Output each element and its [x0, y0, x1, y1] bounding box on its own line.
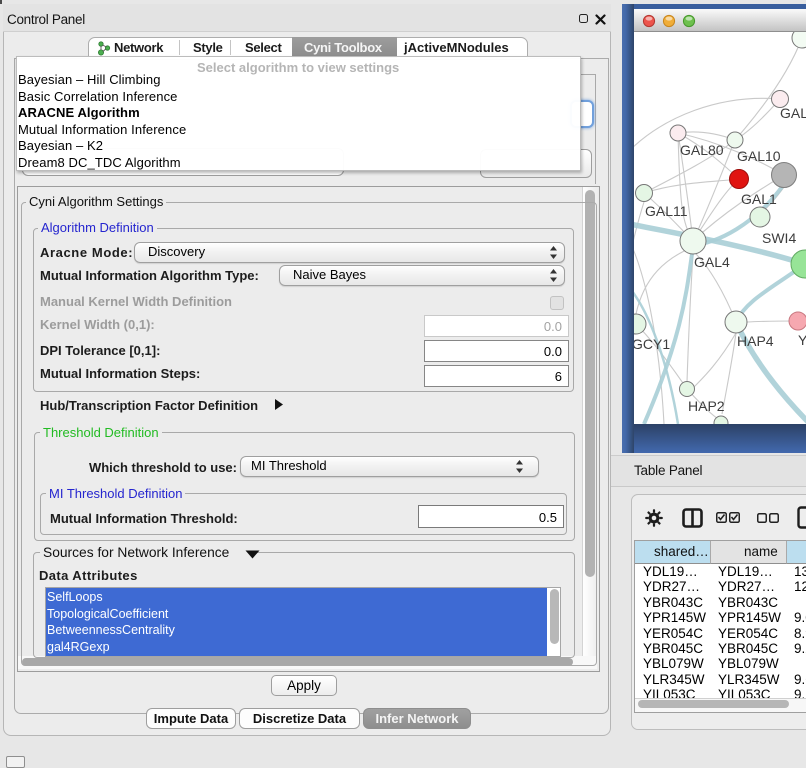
svg-text:GAL80: GAL80 — [680, 142, 724, 158]
svg-text:GAL4: GAL4 — [694, 254, 730, 270]
svg-text:HAP2: HAP2 — [688, 398, 725, 414]
svg-text:GAL10: GAL10 — [737, 148, 781, 164]
svg-text:GAL11: GAL11 — [645, 203, 688, 219]
svg-text:SWI4: SWI4 — [762, 230, 796, 246]
svg-text:Y: Y — [798, 332, 806, 348]
svg-text:GAL1: GAL1 — [741, 191, 777, 207]
svg-text:GAL7: GAL7 — [780, 105, 806, 121]
svg-text:HAP4: HAP4 — [737, 333, 774, 349]
svg-text:GCY1: GCY1 — [634, 336, 670, 352]
